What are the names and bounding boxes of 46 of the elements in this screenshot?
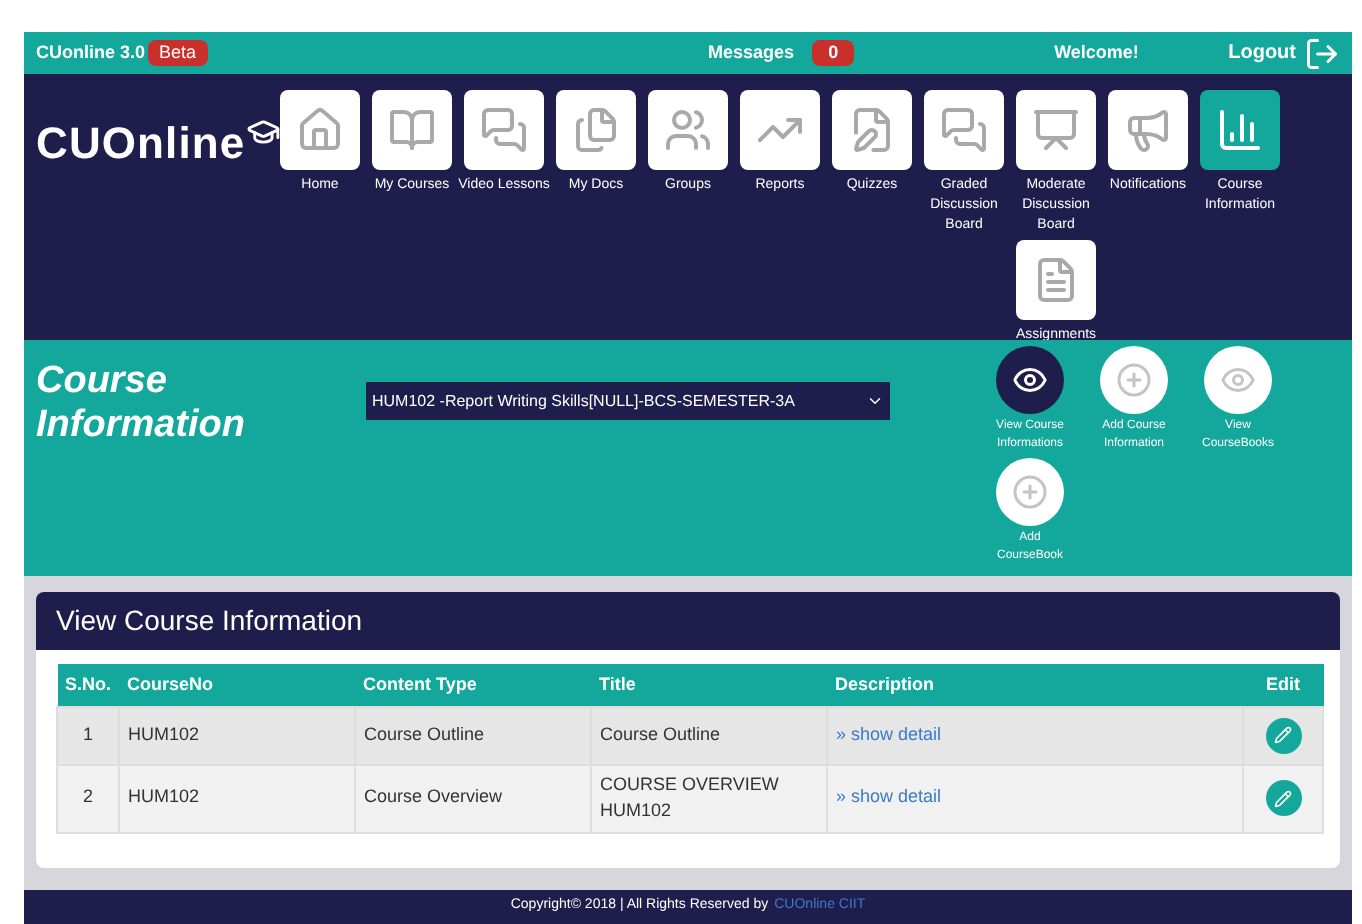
course-select[interactable]: HUM102 -Report Writing Skills[NULL]-BCS-SEMESTER-3A [366,382,890,420]
column-header: CourseNo [119,664,356,706]
document-pen-icon [848,106,896,154]
section-title: Course Information [36,360,247,450]
documents-icon [572,106,620,154]
column-header: Description [827,664,1243,706]
table-cell: Course Outline [591,706,828,764]
show-detail-link[interactable]: » show detail [836,723,942,744]
show-detail-link[interactable]: » show detail [836,786,942,807]
table-cell: HUM102 [119,706,356,764]
add-icon [1116,362,1152,398]
megaphone-icon [1124,106,1172,154]
bar-chart-icon [1216,106,1264,154]
table-cell: 1 [57,706,120,764]
app-name: CUonline 3.0 [36,39,146,66]
eye-icon [1220,362,1256,398]
edit-button[interactable] [1265,780,1301,816]
column-header: Content Type [355,664,592,706]
table-cell: Course Outline [355,706,592,764]
people-icon [664,106,712,154]
dropdown-caret-icon [866,392,884,410]
column-header: S.No. [57,664,120,706]
messages-count[interactable]: 0 [812,39,855,67]
welcome-text: Welcome! [1054,39,1139,66]
beta-badge: Beta [147,39,209,67]
column-header: Title [591,664,828,706]
pencil-icon [1274,726,1292,744]
table-cell: 2 [57,764,120,832]
panel-title: View Course Information [36,592,1340,650]
table-cell: HUM102 [119,764,356,832]
table-cell: Course Overview [355,764,592,832]
logo: CUOnline [36,110,280,340]
book-icon [388,106,436,154]
logout-icon [1304,35,1340,71]
home-icon [296,106,344,154]
chat-icon [940,106,988,154]
pencil-icon [1274,789,1292,807]
edit-button[interactable] [1265,717,1301,753]
presentation-board-icon [1032,106,1080,154]
column-header: Edit [1243,664,1323,706]
document-icon [1032,256,1080,304]
chat-icon [480,106,528,154]
eye-icon [1012,362,1048,398]
add-icon [1012,474,1048,510]
table-cell: COURSE OVERVIEW HUM102 [591,764,828,832]
messages-label: Messages [708,39,795,66]
